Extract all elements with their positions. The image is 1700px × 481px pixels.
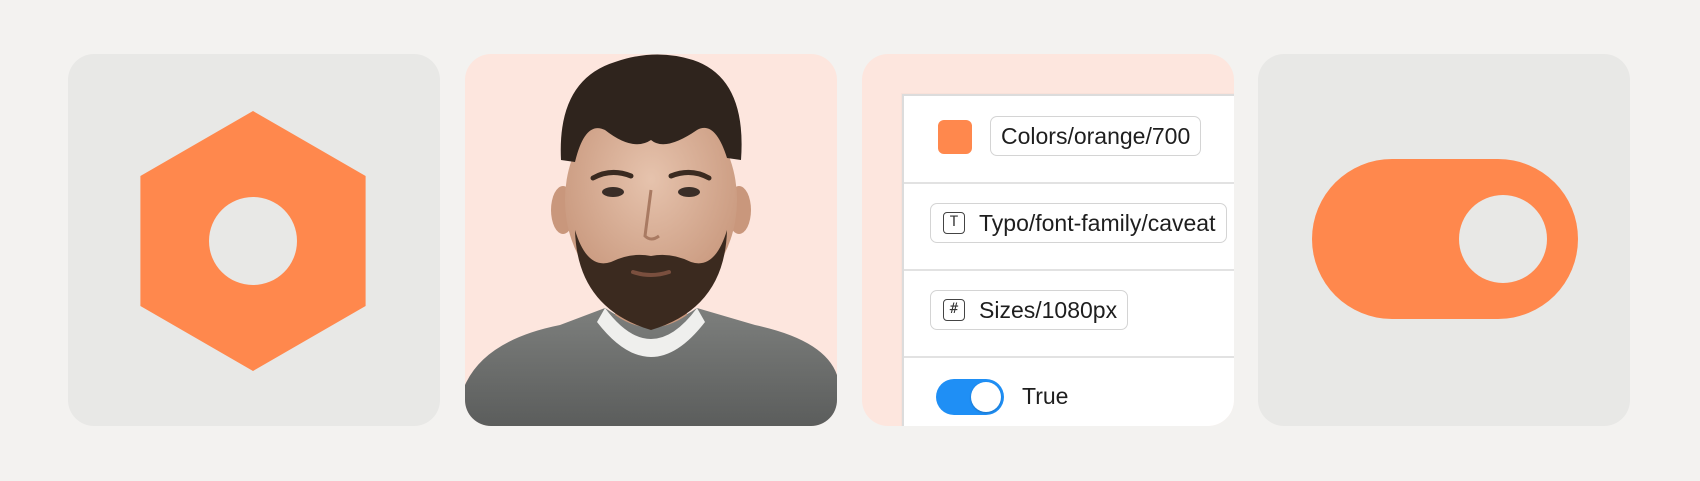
text-type-icon: T [943,212,965,234]
color-variable-label: Colors/orange/700 [1001,122,1191,149]
boolean-variable-label: True [1022,383,1069,409]
color-swatch[interactable] [938,120,972,154]
number-variable-chip[interactable]: # Sizes/1080px [930,290,1129,330]
variable-row-color[interactable]: Colors/orange/700 [904,96,1234,184]
text-variable-chip[interactable]: T Typo/font-family/caveat [930,203,1227,243]
toggle-knob [971,382,1001,412]
variable-row-number[interactable]: # Sizes/1080px [904,270,1234,358]
variable-row-boolean[interactable]: True [904,357,1234,426]
portrait-photo [465,54,837,426]
text-variable-label: Typo/font-family/caveat [979,209,1216,236]
boolean-card [1258,54,1630,426]
toggle-switch-icon [1312,159,1578,319]
color-variable-chip[interactable]: Colors/orange/700 [990,116,1202,156]
hexagon-nut-icon [140,111,366,371]
variable-row-text[interactable]: T Typo/font-family/caveat [904,183,1234,271]
image-card [465,54,837,426]
portrait-image [465,54,837,426]
number-variable-label: Sizes/1080px [979,296,1118,323]
number-hash-icon: # [943,299,965,321]
variables-card: Colors/orange/700 T Typo/font-family/cav… [862,54,1234,426]
boolean-toggle-switch[interactable] [936,379,1004,415]
component-card [68,54,440,426]
variables-panel: Colors/orange/700 T Typo/font-family/cav… [902,94,1234,426]
